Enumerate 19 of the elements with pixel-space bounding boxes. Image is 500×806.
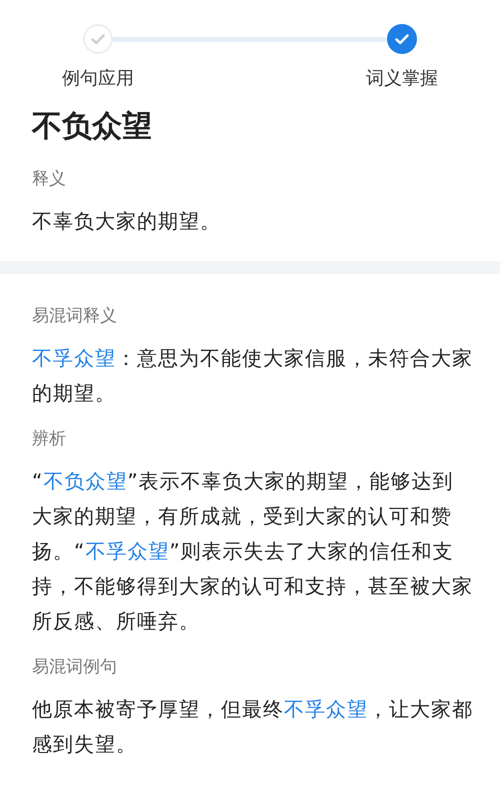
step-marker[interactable] (83, 24, 113, 54)
word-link[interactable]: 不负众望 (43, 469, 128, 493)
check-icon (91, 34, 105, 44)
definition-text: 不辜负大家的期望。 (32, 208, 222, 235)
paragraph: 他原本被寄予厚望，但最终不孚众望，让大家都感到失望。 (32, 696, 474, 758)
step-label[interactable]: 例句应用 (62, 66, 134, 90)
step-label[interactable]: 词义掌握 (366, 66, 438, 90)
step-marker[interactable] (387, 24, 417, 54)
word-link[interactable]: 不孚众望 (32, 346, 116, 370)
word-link[interactable]: 不孚众望 (284, 697, 368, 721)
word-title: 不负众望 (32, 108, 153, 146)
paragraph: “不负众望”表示不辜负大家的期望，能够达到大家的期望，有所成就，受到大家的认可和赞扬。“不孚众望”则表示失去了大家的信任和支持，不能够得到大家的认可和支持，甚至被大家所反感、所唾弃。 (32, 468, 474, 635)
section-heading: 释义 (32, 168, 67, 190)
paragraph: 不孚众望：意思为不能使大家信服，未符合大家的期望。 (32, 345, 474, 407)
word-link[interactable]: 不孚众望 (85, 539, 170, 563)
section-heading: 易混词例句 (32, 656, 118, 678)
check-icon (395, 34, 409, 44)
section-heading: 辨析 (32, 428, 67, 450)
section-heading: 易混词释义 (32, 305, 118, 327)
